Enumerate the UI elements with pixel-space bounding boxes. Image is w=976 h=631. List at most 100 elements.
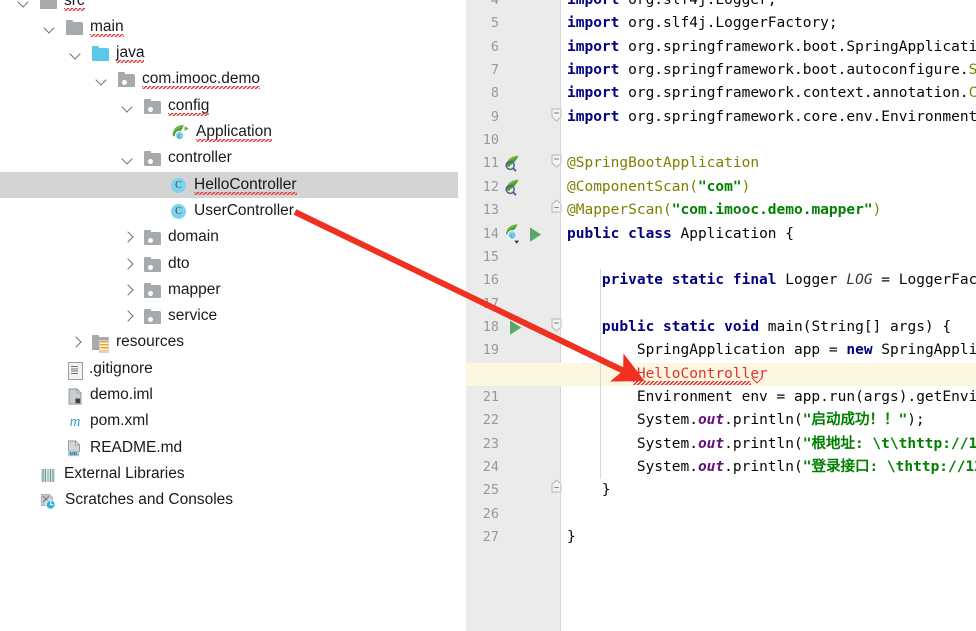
spring-class-icon: C xyxy=(170,124,192,142)
code-line[interactable]: } xyxy=(567,526,576,549)
tree-item-domain[interactable]: domain xyxy=(0,225,458,251)
java-class-icon: C xyxy=(170,203,187,220)
tree-item-demo-iml[interactable]: demo.iml xyxy=(0,383,458,409)
code-line[interactable]: import org.slf4j.LoggerFactory; xyxy=(567,12,838,35)
tree-item-readme-md[interactable]: MD README.md xyxy=(0,435,458,461)
code-line[interactable]: System.out.println("登录接口: \thttp://12 xyxy=(567,456,976,479)
spring-bean-icon[interactable] xyxy=(504,152,554,175)
svg-text:MD: MD xyxy=(70,451,78,457)
chevron-down-icon[interactable] xyxy=(18,0,31,8)
markdown-file-icon: MD xyxy=(67,440,83,457)
line-number: 21 xyxy=(482,388,499,405)
code-line[interactable]: System.out.println("根地址: \t\thttp://12 xyxy=(567,433,976,456)
tree-item-label: config xyxy=(168,96,210,116)
chevron-right-icon[interactable] xyxy=(122,284,135,297)
tree-item-application[interactable]: C Application xyxy=(0,120,458,146)
tree-item-resources[interactable]: resources xyxy=(0,330,458,356)
tree-item-com-imooc-demo[interactable]: com.imooc.demo xyxy=(0,67,458,93)
tree-item-controller[interactable]: controller xyxy=(0,146,458,172)
tree-item-scratches-and-consoles[interactable]: Scratches and Consoles xyxy=(0,488,458,514)
code-fold-marker[interactable] xyxy=(550,103,566,126)
code-line[interactable]: import org.springframework.boot.autoconf… xyxy=(567,59,976,82)
code-fold-marker[interactable] xyxy=(550,149,566,172)
line-number: 14 xyxy=(482,225,499,242)
tree-item-label: Application xyxy=(196,123,272,142)
svg-text:C: C xyxy=(178,134,182,140)
chevron-down-icon[interactable] xyxy=(70,47,83,60)
tree-item-gitignore[interactable]: .gitignore xyxy=(0,356,458,382)
code-line[interactable]: Environment env = app.run(args).getEnvir… xyxy=(567,386,976,409)
tree-item-src[interactable]: src xyxy=(0,0,458,14)
maven-letter: m xyxy=(69,413,81,430)
line-number: 16 xyxy=(482,272,499,289)
chevron-right-icon[interactable] xyxy=(122,231,135,244)
chevron-right-icon[interactable] xyxy=(70,336,83,349)
line-number: 25 xyxy=(482,482,499,499)
tree-item-label: resources xyxy=(116,333,185,351)
tree-item-hellocontroller[interactable]: C HelloController xyxy=(0,172,458,199)
line-number: 27 xyxy=(482,529,499,546)
code-line[interactable]: import org.springframework.boot.SpringAp… xyxy=(567,36,976,59)
tree-item-service[interactable]: service xyxy=(0,304,458,330)
tree-item-mapper[interactable]: mapper xyxy=(0,277,458,303)
error-squiggle xyxy=(633,380,751,385)
code-line[interactable]: public class Application { xyxy=(567,223,794,246)
code-line[interactable]: @MapperScan("com.imooc.demo.mapper") xyxy=(567,199,881,222)
tree-item-java[interactable]: java xyxy=(0,41,458,67)
tree-item-main[interactable]: main xyxy=(0,14,458,40)
chevron-down-icon[interactable] xyxy=(96,73,109,86)
line-number: 9 xyxy=(490,108,499,125)
chevron-down-icon[interactable] xyxy=(122,100,135,113)
chevron-down-icon[interactable] xyxy=(44,21,57,34)
tree-item-label: HelloController xyxy=(194,175,297,195)
code-fold-marker[interactable] xyxy=(550,313,566,336)
text-file-icon xyxy=(68,361,83,381)
line-number: 24 xyxy=(482,459,499,475)
code-fold-marker[interactable] xyxy=(550,476,566,499)
line-number: 6 xyxy=(490,38,499,55)
line-number: 15 xyxy=(482,248,499,265)
tree-item-label: service xyxy=(168,307,218,325)
tree-item-label: domain xyxy=(168,228,219,246)
code-line[interactable]: SpringApplication app = new SpringApplic… xyxy=(567,339,976,362)
code-line[interactable]: } xyxy=(567,479,611,502)
code-fold-marker[interactable] xyxy=(550,196,566,219)
code-line[interactable]: @SpringBootApplication xyxy=(567,152,759,175)
tree-item-external-libraries[interactable]: External Libraries xyxy=(0,461,458,487)
package-icon xyxy=(144,98,161,114)
tree-item-config[interactable]: config xyxy=(0,93,458,119)
chevron-down-icon[interactable] xyxy=(122,152,135,165)
chevron-right-icon[interactable] xyxy=(122,310,135,323)
code-line[interactable]: @ComponentScan("com") xyxy=(567,176,750,199)
editor-gutter[interactable]: 4567891011121314151617181920212223242526… xyxy=(466,0,562,631)
code-line[interactable]: import org.springframework.core.env.Envi… xyxy=(567,106,976,129)
code-line[interactable]: import org.springframework.context.annot… xyxy=(567,82,976,105)
tree-item-label: com.imooc.demo xyxy=(142,70,261,90)
tree-item-usercontroller[interactable]: C UserController xyxy=(0,198,458,224)
code-line[interactable]: System.out.println("启动成功！！"); xyxy=(567,409,925,432)
gutter-border xyxy=(560,0,561,631)
package-icon xyxy=(144,309,161,325)
line-number: 18 xyxy=(482,318,499,335)
class-letter: C xyxy=(175,180,182,192)
code-line[interactable]: private static final Logger LOG = Logger… xyxy=(567,269,976,292)
project-tool-window[interactable]: src main java com.imooc.demo config C Applicat… xyxy=(0,0,458,631)
tree-item-label: .gitignore xyxy=(89,359,153,377)
java-class-icon: C xyxy=(170,177,187,194)
line-number: 7 xyxy=(490,62,499,79)
tree-item-dto[interactable]: dto xyxy=(0,251,458,277)
code-line[interactable]: import org.slf4j.Logger; xyxy=(567,0,777,12)
package-icon xyxy=(144,256,161,272)
code-editor[interactable]: 4567891011121314151617181920212223242526… xyxy=(466,0,976,631)
chevron-right-icon[interactable] xyxy=(122,258,135,271)
spring-bean-icon[interactable] xyxy=(504,176,554,199)
line-number: 11 xyxy=(482,155,499,172)
code-line[interactable]: public static void main(String[] args) { xyxy=(567,316,951,339)
tree-item-label: mapper xyxy=(168,280,221,298)
tree-item-pom-xml[interactable]: m pom.xml xyxy=(0,409,458,435)
line-number: 10 xyxy=(482,132,499,149)
